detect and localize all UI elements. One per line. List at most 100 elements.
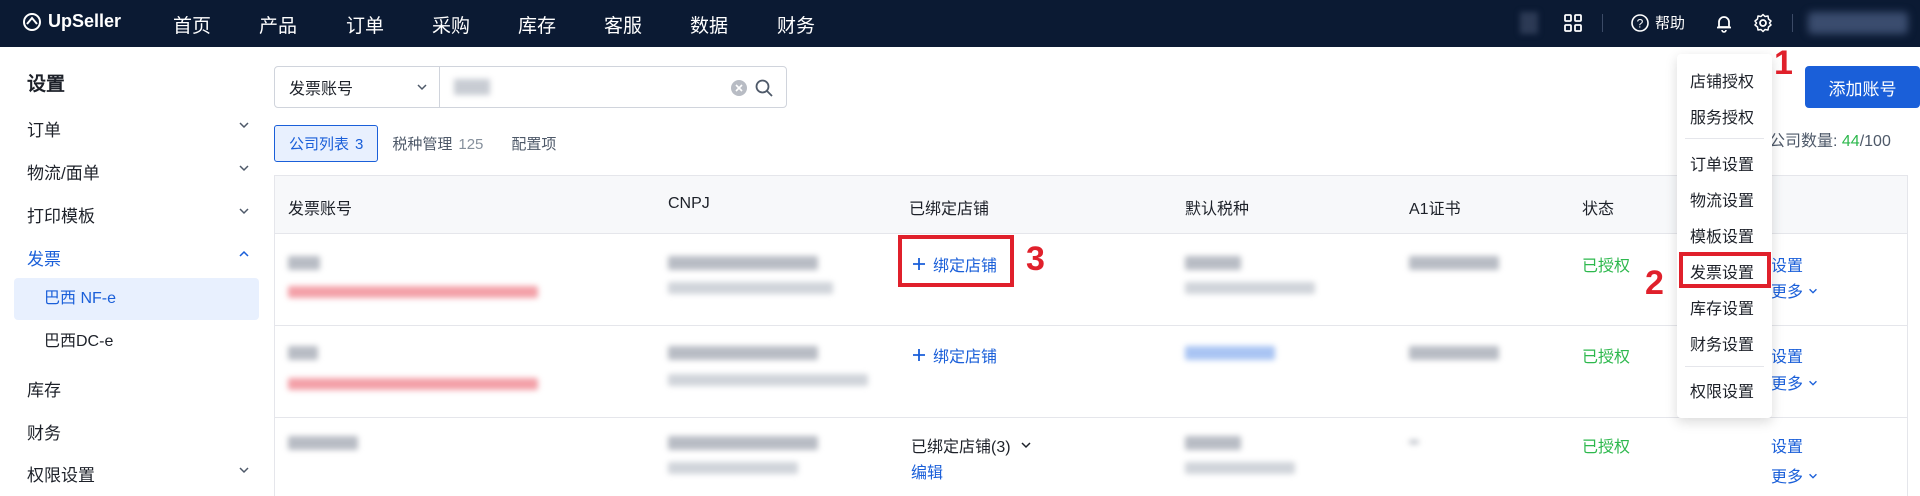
menu-item-store-auth[interactable]: 店铺授权 xyxy=(1690,68,1754,92)
settings-dropdown-menu: 店铺授权 服务授权 订单设置 物流设置 模板设置 发票设置 库存设置 财务设置 … xyxy=(1677,54,1772,418)
menu-item-logistics-settings[interactable]: 物流设置 xyxy=(1690,187,1754,211)
nav-item-orders[interactable]: 订单 xyxy=(346,11,384,38)
add-account-button[interactable]: 添加账号 xyxy=(1805,66,1920,108)
tax-link-redacted xyxy=(1185,346,1275,360)
settings-link[interactable]: 设置 xyxy=(1771,252,1803,276)
company-name-redacted xyxy=(668,282,833,294)
table-row: 已绑定店铺(3) 编辑 已授权 设置 更多 xyxy=(275,418,1907,496)
nav-item-home[interactable]: 首页 xyxy=(173,11,211,38)
table-row: 绑定店铺 已授权 设置 更多 xyxy=(275,326,1907,418)
upseller-logo[interactable]: UpSeller xyxy=(22,11,121,32)
certificate-empty xyxy=(1409,440,1419,444)
more-dropdown[interactable]: 更多 xyxy=(1771,278,1819,302)
column-header-cnpj: CNPJ xyxy=(668,195,710,212)
sidebar-item-orders[interactable]: 订单 xyxy=(27,116,253,141)
tab-label: 配置项 xyxy=(511,136,557,153)
tab-company-list[interactable]: 公司列表 3 xyxy=(274,125,379,162)
status-badge: 已授权 xyxy=(1582,258,1631,275)
menu-item-permission-settings[interactable]: 权限设置 xyxy=(1690,378,1754,402)
nav-item-purchasing[interactable]: 采购 xyxy=(432,11,470,38)
cnpj-redacted xyxy=(668,256,818,270)
menu-item-finance-settings[interactable]: 财务设置 xyxy=(1690,331,1754,355)
column-header-bound-stores: 已绑定店铺 xyxy=(909,201,990,218)
search-input-value xyxy=(454,79,490,95)
settings-link[interactable]: 设置 xyxy=(1771,343,1803,367)
settings-link[interactable]: 设置 xyxy=(1771,433,1803,457)
tax-name-redacted xyxy=(1185,462,1295,474)
main-content: 发票账号 公司列表 3 税种管理 125 配置项 添加账号 公司数量: 44/100… xyxy=(265,47,1920,496)
chevron-down-icon xyxy=(1809,288,1818,294)
nav-item-inventory[interactable]: 库存 xyxy=(518,11,556,38)
brand-name: UpSeller xyxy=(48,11,122,31)
sidebar-item-label: 权限设置 xyxy=(27,466,95,485)
sidebar-item-inventory[interactable]: 库存 xyxy=(27,376,253,401)
apps-grid-icon[interactable] xyxy=(1562,12,1584,34)
search-field-select[interactable]: 发票账号 xyxy=(275,67,440,107)
search-icon[interactable] xyxy=(754,78,774,98)
search-field-select-value: 发票账号 xyxy=(289,81,354,98)
tax-code-redacted xyxy=(1185,436,1241,450)
chevron-down-icon xyxy=(239,122,249,129)
tab-tax-management[interactable]: 税种管理 125 xyxy=(378,125,497,162)
nav-item-products[interactable]: 产品 xyxy=(259,11,297,38)
blurred-nav-element xyxy=(1520,12,1538,34)
bound-stores-dropdown[interactable]: 已绑定店铺(3) xyxy=(911,433,1033,457)
sidebar-item-finance[interactable]: 财务 xyxy=(27,419,253,444)
column-header-status: 状态 xyxy=(1582,201,1615,218)
certificate-date-redacted xyxy=(1409,256,1499,270)
help-label: 帮助 xyxy=(1655,15,1686,32)
company-name-redacted xyxy=(668,374,868,386)
more-dropdown[interactable]: 更多 xyxy=(1771,463,1819,487)
annotation-box-invoice-settings xyxy=(1679,252,1771,288)
sidebar-item-invoice[interactable]: 发票 xyxy=(27,245,253,270)
account-error-redacted xyxy=(288,286,538,298)
tax-name-redacted xyxy=(1185,282,1315,294)
nav-divider xyxy=(1792,14,1793,32)
bind-store-label: 绑定店铺 xyxy=(933,349,998,366)
annotation-box-bind-store xyxy=(898,235,1014,287)
chevron-down-icon xyxy=(1809,380,1818,386)
user-avatar-menu[interactable] xyxy=(1808,12,1908,34)
company-name-redacted xyxy=(668,462,798,474)
menu-divider xyxy=(1685,366,1764,367)
bind-store-link[interactable]: 绑定店铺 xyxy=(911,343,997,367)
sidebar-subitem-brazil-dce[interactable]: 巴西DC-e xyxy=(14,321,259,363)
sidebar-item-print-templates[interactable]: 打印模板 xyxy=(27,202,253,227)
menu-item-order-settings[interactable]: 订单设置 xyxy=(1690,151,1754,175)
sidebar-subitem-brazil-nfe[interactable]: 巴西 NF-e xyxy=(14,278,259,320)
sidebar-item-permissions[interactable]: 权限设置 xyxy=(27,461,253,486)
tab-config[interactable]: 配置项 xyxy=(497,125,570,162)
help-button[interactable]: ? 帮助 xyxy=(1630,12,1685,33)
tab-label: 税种管理 xyxy=(392,136,453,153)
help-circle-icon: ? xyxy=(1631,13,1649,32)
menu-item-template-settings[interactable]: 模板设置 xyxy=(1690,223,1754,247)
account-name-redacted xyxy=(288,436,358,450)
nav-item-customer-service[interactable]: 客服 xyxy=(604,11,642,38)
sidebar-item-label: 打印模板 xyxy=(27,207,95,226)
clear-icon[interactable] xyxy=(730,79,748,97)
gear-icon[interactable] xyxy=(1752,12,1774,34)
column-header-account: 发票账号 xyxy=(288,201,353,218)
chevron-down-icon xyxy=(239,165,249,172)
chevron-down-icon xyxy=(1021,442,1031,449)
search-input[interactable] xyxy=(440,67,786,107)
more-dropdown[interactable]: 更多 xyxy=(1771,370,1819,394)
annotation-number-2: 2 xyxy=(1645,264,1664,302)
tab-label: 公司列表 xyxy=(289,136,350,153)
nav-item-data[interactable]: 数据 xyxy=(690,11,728,38)
menu-item-service-auth[interactable]: 服务授权 xyxy=(1690,104,1754,128)
company-count-total: /100 xyxy=(1859,133,1891,150)
chevron-up-icon xyxy=(239,250,249,257)
account-error-redacted xyxy=(288,378,538,390)
edit-link[interactable]: 编辑 xyxy=(911,459,943,483)
sidebar-item-logistics[interactable]: 物流/面单 xyxy=(27,159,253,184)
account-name-redacted xyxy=(288,346,318,360)
menu-item-inventory-settings[interactable]: 库存设置 xyxy=(1690,295,1754,319)
status-badge: 已授权 xyxy=(1582,439,1631,456)
plus-icon xyxy=(913,349,925,361)
chevron-down-icon xyxy=(1809,473,1818,479)
bell-icon[interactable] xyxy=(1713,12,1735,34)
chevron-down-icon xyxy=(417,84,427,91)
nav-item-finance[interactable]: 财务 xyxy=(777,11,815,38)
bound-stores-label: 已绑定店铺(3) xyxy=(911,439,1011,456)
